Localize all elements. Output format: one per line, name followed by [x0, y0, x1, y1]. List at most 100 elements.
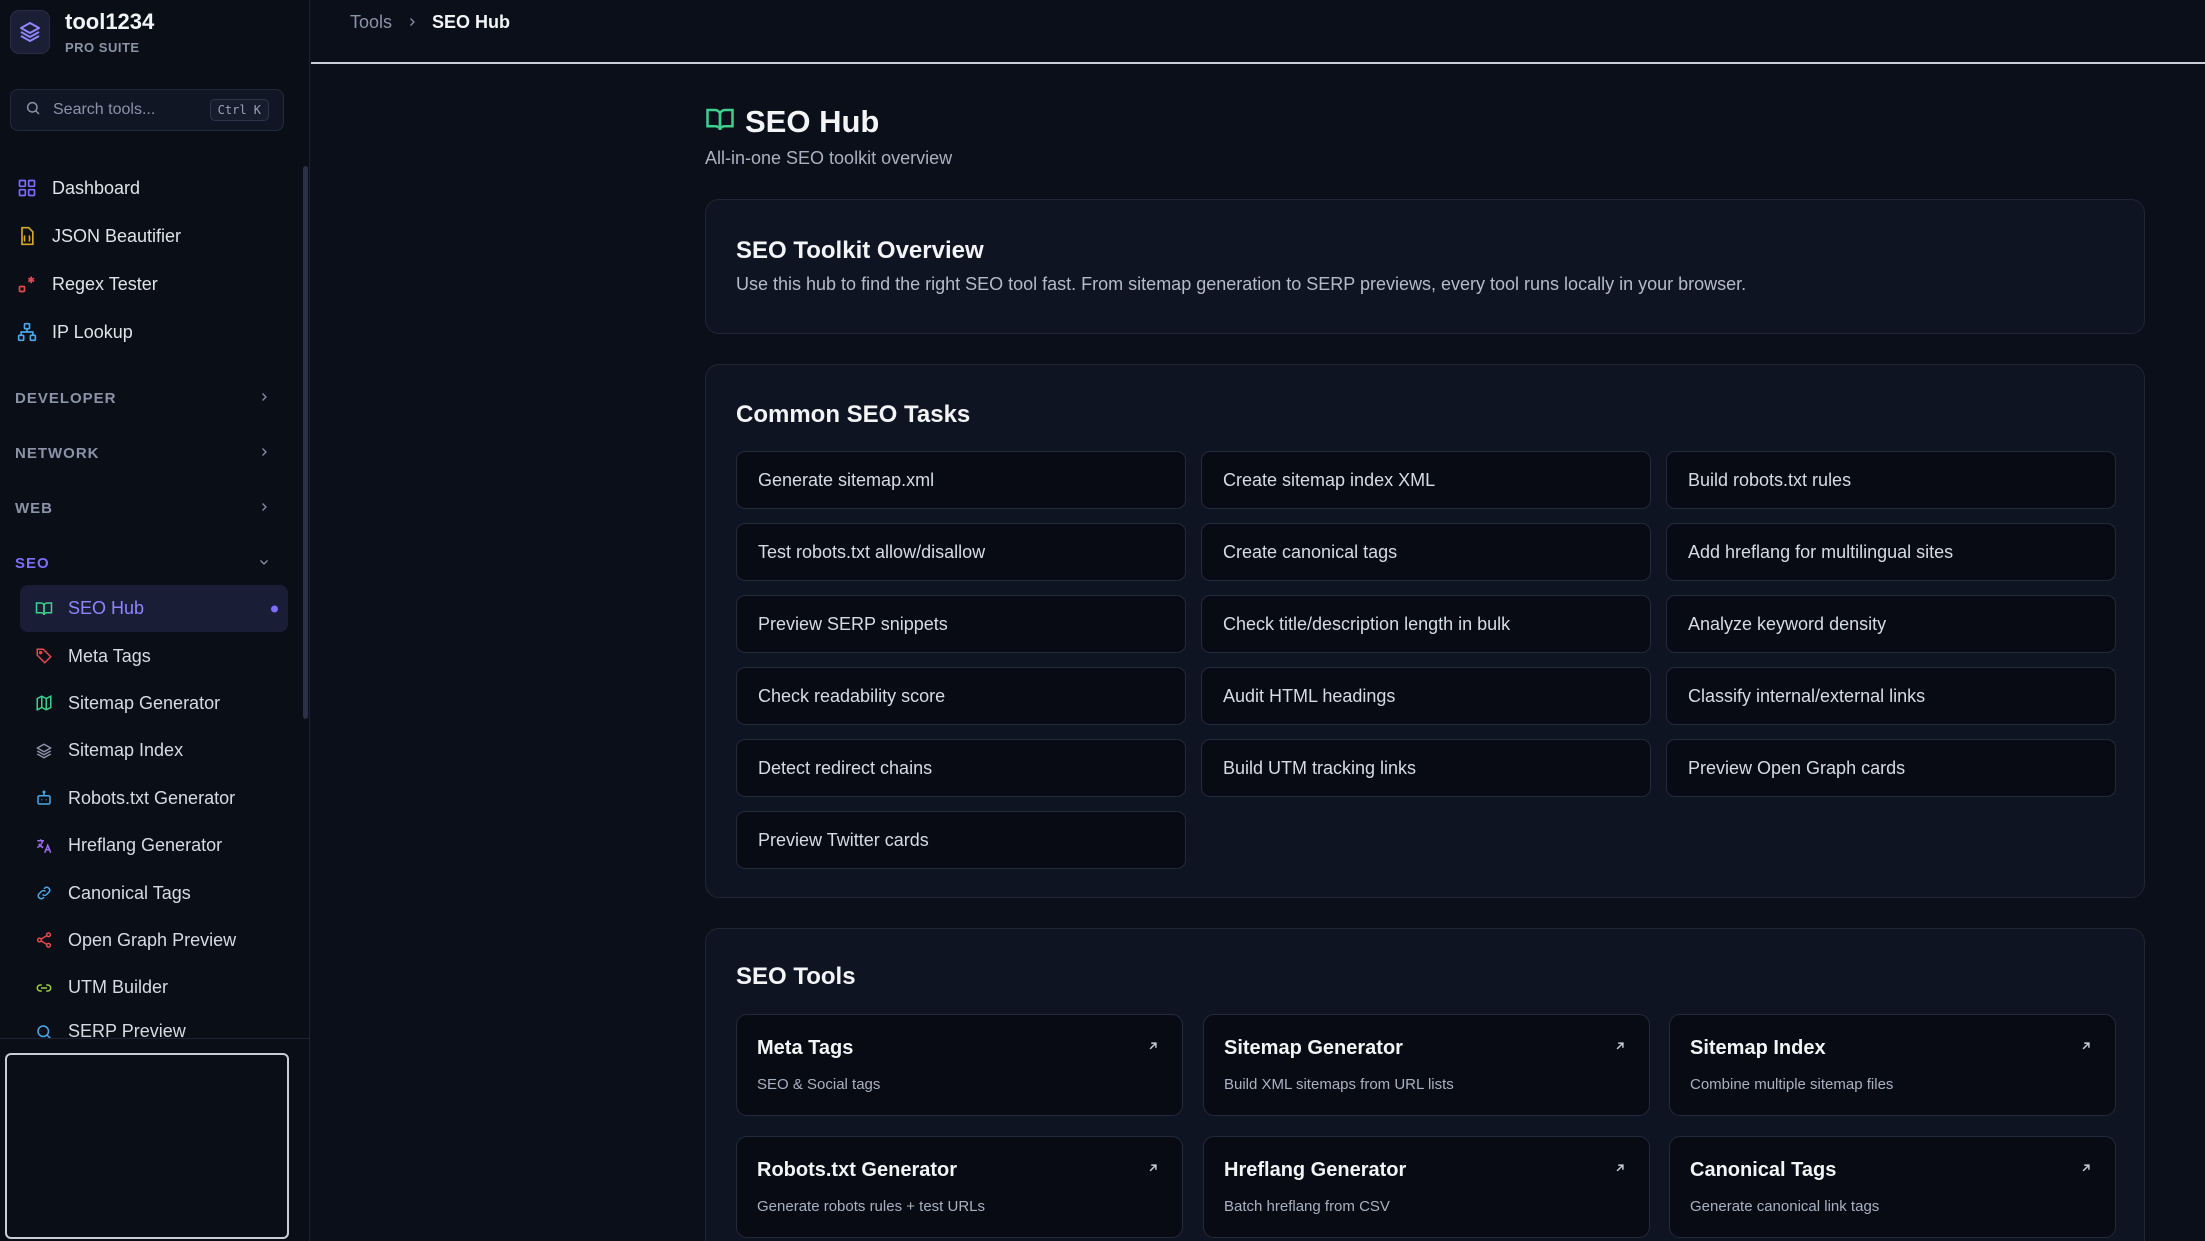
sidebar-item-label: Meta Tags	[68, 645, 151, 666]
sidebar: tool1234 PRO SUITE Search tools... Ctrl …	[0, 0, 310, 1241]
overview-card: SEO Toolkit Overview Use this hub to fin…	[705, 199, 2145, 334]
tool-card-name: Hreflang Generator	[1224, 1159, 1407, 1181]
sidebar-item-label: Robots.txt Generator	[68, 787, 236, 808]
active-indicator	[271, 605, 278, 613]
page-header: SEO Hub All-in-one SEO toolkit overview	[705, 104, 952, 169]
languages-icon	[34, 836, 54, 856]
sidebar-item-label: IP Lookup	[52, 321, 133, 342]
task-button[interactable]: Create sitemap index XML	[1201, 451, 1651, 509]
link-chain-icon	[34, 978, 54, 998]
arrow-up-right-icon	[2079, 1039, 2093, 1053]
tool-card-description: Build XML sitemaps from URL lists	[1224, 1076, 1454, 1093]
task-button[interactable]: Build UTM tracking links	[1201, 739, 1651, 797]
group-label: WEB	[15, 500, 53, 517]
brand[interactable]: tool1234 PRO SUITE	[10, 10, 154, 54]
chevron-right-icon	[258, 390, 270, 407]
tool-card-name: Robots.txt Generator	[757, 1159, 958, 1181]
file-json-icon	[16, 225, 38, 247]
tool-card-description: Batch hreflang from CSV	[1224, 1198, 1390, 1215]
book-open-icon	[34, 599, 54, 619]
sidebar-item-label: UTM Builder	[68, 977, 169, 998]
chevron-down-icon	[258, 555, 270, 572]
search-shortcut: Ctrl K	[209, 99, 269, 121]
book-open-icon	[705, 105, 735, 140]
sidebar-footer-panel	[5, 1053, 289, 1239]
task-button[interactable]: Build robots.txt rules	[1666, 451, 2116, 509]
sidebar-item-robots-generator[interactable]: Robots.txt Generator	[20, 775, 288, 822]
search-input[interactable]: Search tools... Ctrl K	[10, 89, 284, 131]
tool-card[interactable]: Sitemap Generator Build XML sitemaps from…	[1203, 1014, 1650, 1116]
link-icon	[34, 883, 54, 903]
group-label: DEVELOPER	[15, 390, 117, 407]
task-button[interactable]: Audit HTML headings	[1201, 667, 1651, 725]
task-button[interactable]: Add hreflang for multilingual sites	[1666, 523, 2116, 581]
task-button[interactable]: Generate sitemap.xml	[736, 451, 1186, 509]
tool-card[interactable]: Robots.txt Generator Generate robots rule…	[736, 1136, 1183, 1238]
sidebar-item-hreflang-generator[interactable]: Hreflang Generator	[20, 822, 288, 869]
tool-card-name: Meta Tags	[757, 1037, 854, 1059]
task-button[interactable]: Check readability score	[736, 667, 1186, 725]
task-button[interactable]: Check title/description length in bulk	[1201, 595, 1651, 653]
sidebar-item-regex-tester[interactable]: Regex Tester	[0, 260, 300, 308]
task-button[interactable]: Preview Twitter cards	[736, 811, 1186, 869]
sidebar-item-seo-hub[interactable]: SEO Hub	[20, 585, 288, 633]
arrow-up-right-icon	[1613, 1161, 1627, 1175]
sidebar-item-label: JSON Beautifier	[52, 225, 182, 246]
search-placeholder: Search tools...	[53, 101, 156, 118]
chevron-right-icon	[406, 12, 418, 33]
sidebar-item-utm-builder[interactable]: UTM Builder	[20, 964, 288, 1011]
sidebar-item-sitemap-generator[interactable]: Sitemap Generator	[20, 680, 288, 727]
tool-card[interactable]: Meta Tags SEO & Social tags	[736, 1014, 1183, 1116]
sidebar-item-label: Regex Tester	[52, 273, 158, 294]
tasks-card: Common SEO Tasks Generate sitemap.xml Cre…	[705, 364, 2145, 898]
bot-icon	[34, 788, 54, 808]
header-divider	[311, 62, 2205, 64]
arrow-up-right-icon	[1146, 1039, 1160, 1053]
chevron-right-icon	[258, 445, 270, 462]
sidebar-item-label: Sitemap Index	[68, 740, 184, 761]
tool-card-description: Generate canonical link tags	[1690, 1198, 1880, 1215]
group-developer[interactable]: DEVELOPER	[15, 390, 270, 407]
sidebar-item-label: Dashboard	[52, 177, 141, 198]
layers-logo-icon	[10, 10, 50, 54]
sidebar-item-dashboard[interactable]: Dashboard	[0, 164, 300, 212]
group-network[interactable]: NETWORK	[15, 445, 270, 462]
sidebar-item-canonical-tags[interactable]: Canonical Tags	[20, 869, 288, 916]
grid-icon	[16, 177, 38, 199]
tool-card-name: Canonical Tags	[1690, 1159, 1837, 1181]
page-title: SEO Hub	[745, 104, 880, 139]
sidebar-item-sitemap-index[interactable]: Sitemap Index	[20, 727, 288, 774]
sidebar-scrollbar[interactable]	[303, 166, 308, 719]
group-seo[interactable]: SEO	[15, 555, 270, 572]
task-button[interactable]: Preview Open Graph cards	[1666, 739, 2116, 797]
tool-card-description: Generate robots rules + test URLs	[757, 1198, 986, 1215]
tool-card[interactable]: Hreflang Generator Batch hreflang from CS…	[1203, 1136, 1650, 1238]
page-subtitle: All-in-one SEO toolkit overview	[705, 148, 953, 168]
sidebar-item-label: Canonical Tags	[68, 882, 191, 903]
sidebar-item-open-graph-preview[interactable]: Open Graph Preview	[20, 917, 288, 964]
task-button[interactable]: Detect redirect chains	[736, 739, 1186, 797]
sidebar-item-json-beautifier[interactable]: JSON Beautifier	[0, 212, 300, 260]
sidebar-item-meta-tags[interactable]: Meta Tags	[20, 632, 288, 679]
breadcrumb-root[interactable]: Tools	[350, 12, 392, 33]
sidebar-item-label: Hreflang Generator	[68, 835, 223, 856]
share-icon	[34, 930, 54, 950]
sidebar-item-label: Open Graph Preview	[68, 929, 237, 950]
task-button[interactable]: Classify internal/external links	[1666, 667, 2116, 725]
task-button[interactable]: Preview SERP snippets	[736, 595, 1186, 653]
nav-top: Dashboard JSON Beautifier Regex Tester I…	[0, 164, 300, 356]
brand-name: tool1234	[65, 8, 155, 34]
group-label: NETWORK	[15, 445, 100, 462]
tool-card[interactable]: Sitemap Index Combine multiple sitemap fi…	[1669, 1014, 2116, 1116]
task-button[interactable]: Analyze keyword density	[1666, 595, 2116, 653]
task-button[interactable]: Create canonical tags	[1201, 523, 1651, 581]
sidebar-item-ip-lookup[interactable]: IP Lookup	[0, 308, 300, 356]
arrow-up-right-icon	[1613, 1039, 1627, 1053]
network-icon	[16, 321, 38, 343]
task-button[interactable]: Test robots.txt allow/disallow	[736, 523, 1186, 581]
sidebar-item-label: Sitemap Generator	[68, 692, 221, 713]
tool-card[interactable]: Canonical Tags Generate canonical link ta…	[1669, 1136, 2116, 1238]
overview-description: Use this hub to find the right SEO tool …	[736, 274, 1747, 294]
group-web[interactable]: WEB	[15, 500, 270, 517]
tools-title: SEO Tools	[736, 963, 856, 990]
